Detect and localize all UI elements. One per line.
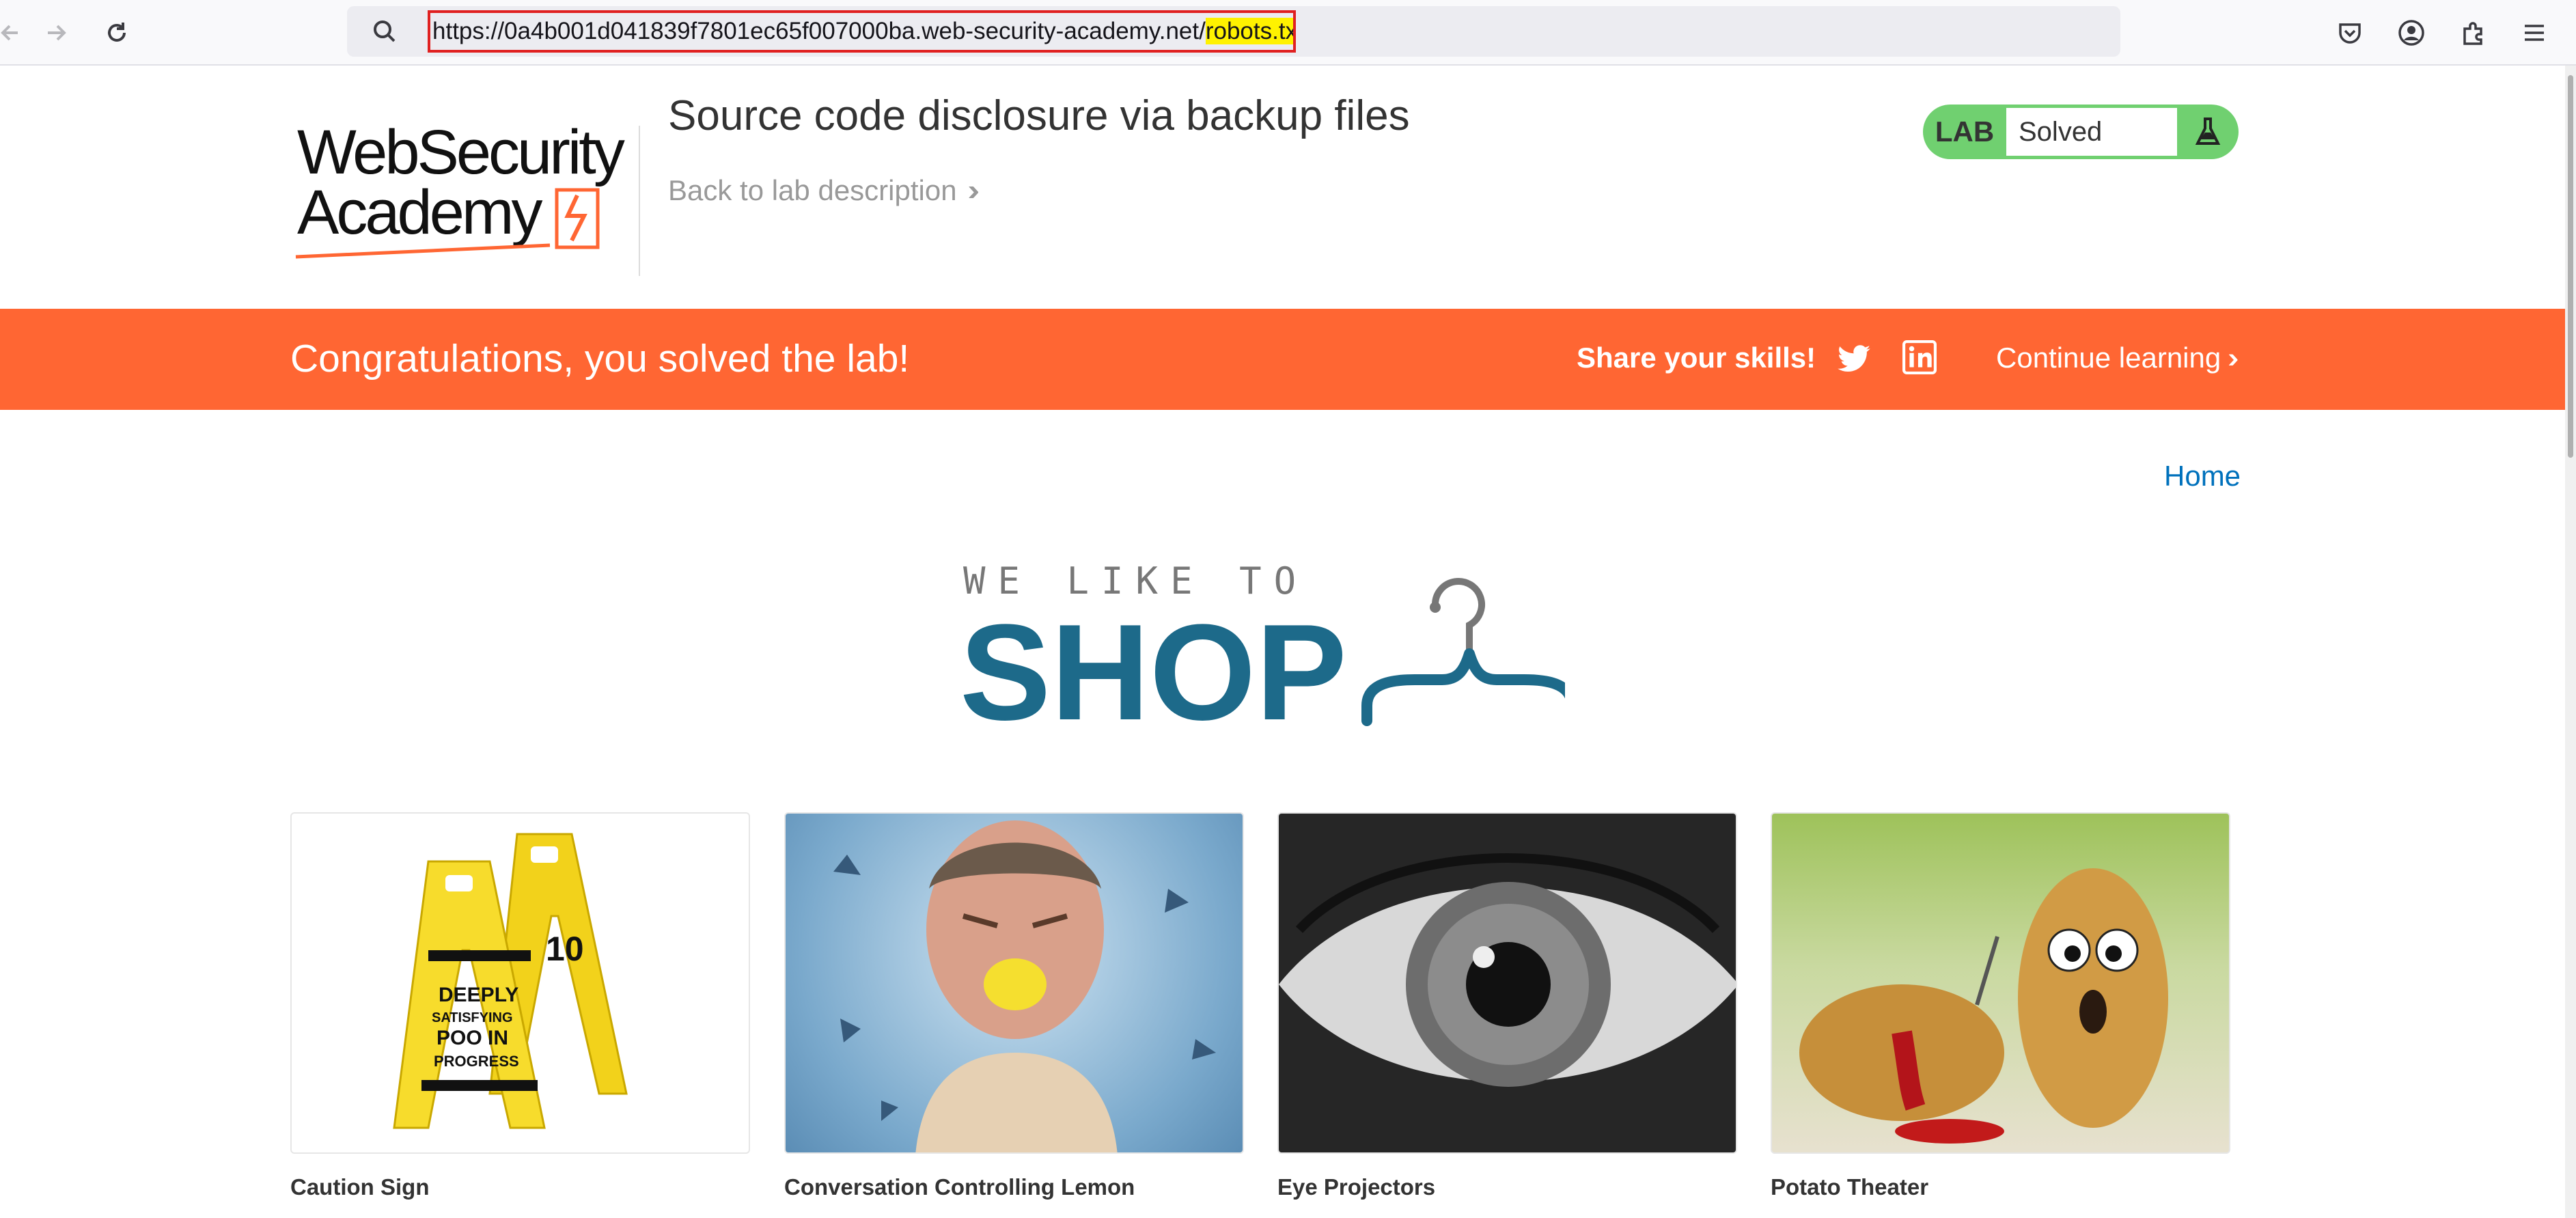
- product-image-caution-sign[interactable]: DEEPLY SATISFYING POO IN PROGRESS 10: [290, 812, 750, 1154]
- url-highlight: robots.txt: [1205, 18, 1293, 44]
- continue-learning-label: Continue learning: [1996, 342, 2221, 374]
- svg-text:10: 10: [546, 930, 584, 968]
- svg-text:Academy: Academy: [297, 178, 542, 247]
- lab-status-value: Solved: [2006, 108, 2177, 156]
- we-like-to-shop-logo: WE LIKE TO SHOP: [960, 559, 1577, 792]
- reload-icon[interactable]: [99, 15, 135, 51]
- lab-title: Source code disclosure via backup files: [668, 92, 1410, 139]
- share-skills-label: Share your skills!: [1577, 342, 1816, 374]
- double-chevron-right-icon: ››: [2228, 342, 2239, 374]
- web-page: WebSecurity Academy Source code disclosu…: [0, 66, 2576, 1218]
- browser-toolbar: https://0a4b001d041839f7801ec65f007000ba…: [0, 0, 2576, 66]
- product-card[interactable]: Conversation Controlling Lemon: [784, 812, 1244, 1200]
- product-name[interactable]: Potato Theater: [1771, 1174, 1928, 1200]
- product-image-potato[interactable]: [1771, 812, 2230, 1154]
- product-image-lemon[interactable]: [784, 812, 1244, 1154]
- twitter-icon[interactable]: [1836, 342, 1872, 377]
- lab-header: WebSecurity Academy Source code disclosu…: [0, 66, 2576, 309]
- hanger-icon: [1360, 564, 1577, 728]
- product-name[interactable]: Eye Projectors: [1277, 1174, 1435, 1200]
- forward-arrow-icon[interactable]: [38, 15, 74, 51]
- product-name[interactable]: Conversation Controlling Lemon: [784, 1174, 1135, 1200]
- menu-icon[interactable]: [2517, 15, 2552, 51]
- svg-text:WebSecurity: WebSecurity: [297, 117, 625, 187]
- product-card[interactable]: Eye Projectors: [1277, 812, 1737, 1200]
- continue-learning-link[interactable]: Continue learning ››: [1996, 342, 2239, 374]
- url-text[interactable]: https://0a4b001d041839f7801ec65f007000ba…: [428, 10, 1296, 53]
- double-chevron-right-icon: ››: [967, 174, 980, 207]
- product-name[interactable]: Caution Sign: [290, 1174, 429, 1200]
- lab-status-label: LAB: [1935, 115, 1995, 148]
- search-icon: [368, 14, 402, 49]
- scrollbar-thumb[interactable]: [2568, 75, 2573, 458]
- extensions-icon[interactable]: [2455, 15, 2491, 51]
- header-divider: [639, 126, 640, 276]
- shop-word: SHOP: [960, 596, 1347, 749]
- web-security-academy-logo[interactable]: WebSecurity Academy: [290, 105, 635, 293]
- url-base: https://0a4b001d041839f7801ec65f007000ba…: [432, 18, 1206, 44]
- product-card[interactable]: Potato Theater: [1771, 812, 2230, 1200]
- product-image-eye[interactable]: [1277, 812, 1737, 1154]
- back-link-label: Back to lab description: [668, 174, 957, 206]
- lab-status-widget: LAB Solved: [1923, 105, 2239, 159]
- product-card[interactable]: DEEPLY SATISFYING POO IN PROGRESS 10 Cau…: [290, 812, 750, 1200]
- svg-text:DEEPLY: DEEPLY: [439, 984, 518, 1006]
- linkedin-icon[interactable]: [1902, 340, 1937, 374]
- svg-text:POO IN: POO IN: [437, 1027, 508, 1049]
- pocket-icon[interactable]: [2332, 15, 2368, 51]
- back-arrow-icon[interactable]: [0, 15, 29, 51]
- flask-icon: [2177, 105, 2239, 159]
- home-link[interactable]: Home: [2164, 460, 2241, 493]
- congratulations-message: Congratulations, you solved the lab!: [290, 337, 910, 380]
- account-icon[interactable]: [2394, 15, 2429, 51]
- svg-text:PROGRESS: PROGRESS: [434, 1053, 519, 1070]
- svg-text:SATISFYING: SATISFYING: [432, 1010, 513, 1025]
- solved-banner: Congratulations, you solved the lab! Sha…: [0, 309, 2576, 410]
- back-to-description-link[interactable]: Back to lab description ››: [668, 174, 980, 208]
